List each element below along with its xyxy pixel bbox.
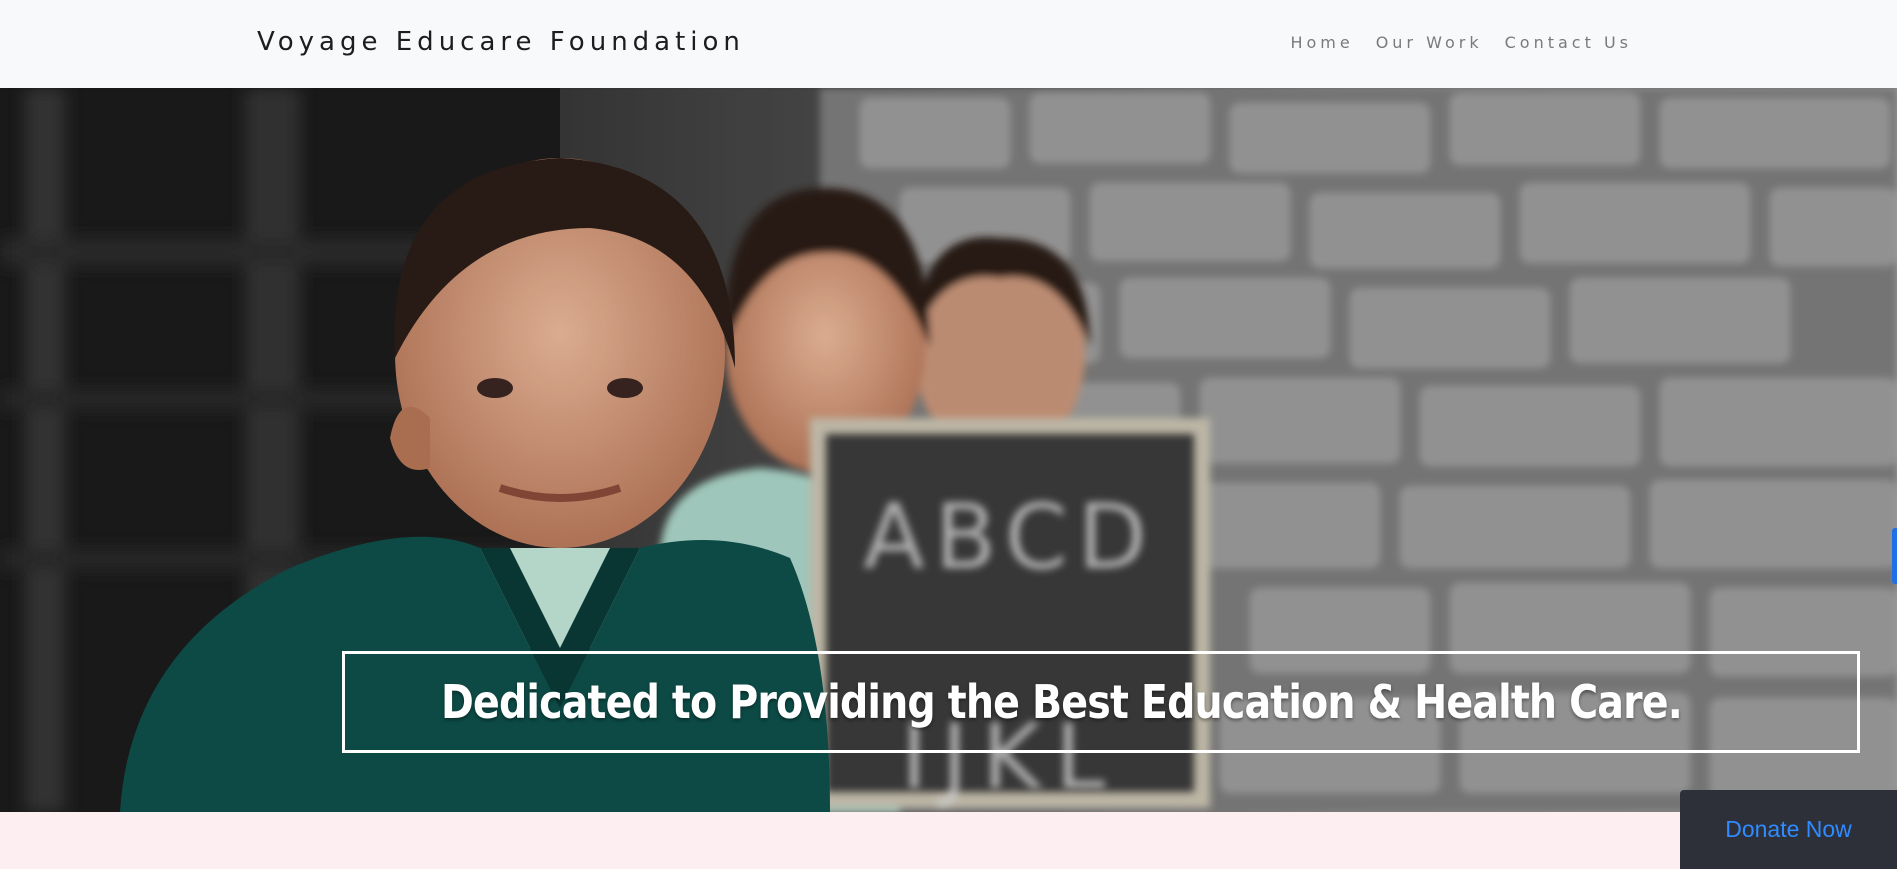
tagline-box: Dedicated to Providing the Best Educatio… [342, 651, 1860, 753]
side-feedback-tab[interactable] [1892, 528, 1897, 584]
hero-tagline: Dedicated to Providing the Best Educatio… [441, 675, 1683, 729]
top-navbar: Voyage Educare Foundation Home Our Work … [0, 0, 1897, 88]
nav-contact-us[interactable]: Contact Us [1505, 33, 1632, 52]
hero-banner: ABCD IJKL Dedicated to Providing the Bes… [0, 88, 1897, 812]
nav-our-work[interactable]: Our Work [1376, 33, 1483, 52]
donate-now-button[interactable]: Donate Now [1680, 790, 1897, 869]
nav-links: Home Our Work Contact Us [1290, 33, 1632, 52]
brand-logo-text[interactable]: Voyage Educare Foundation [257, 27, 745, 57]
nav-home[interactable]: Home [1290, 33, 1353, 52]
